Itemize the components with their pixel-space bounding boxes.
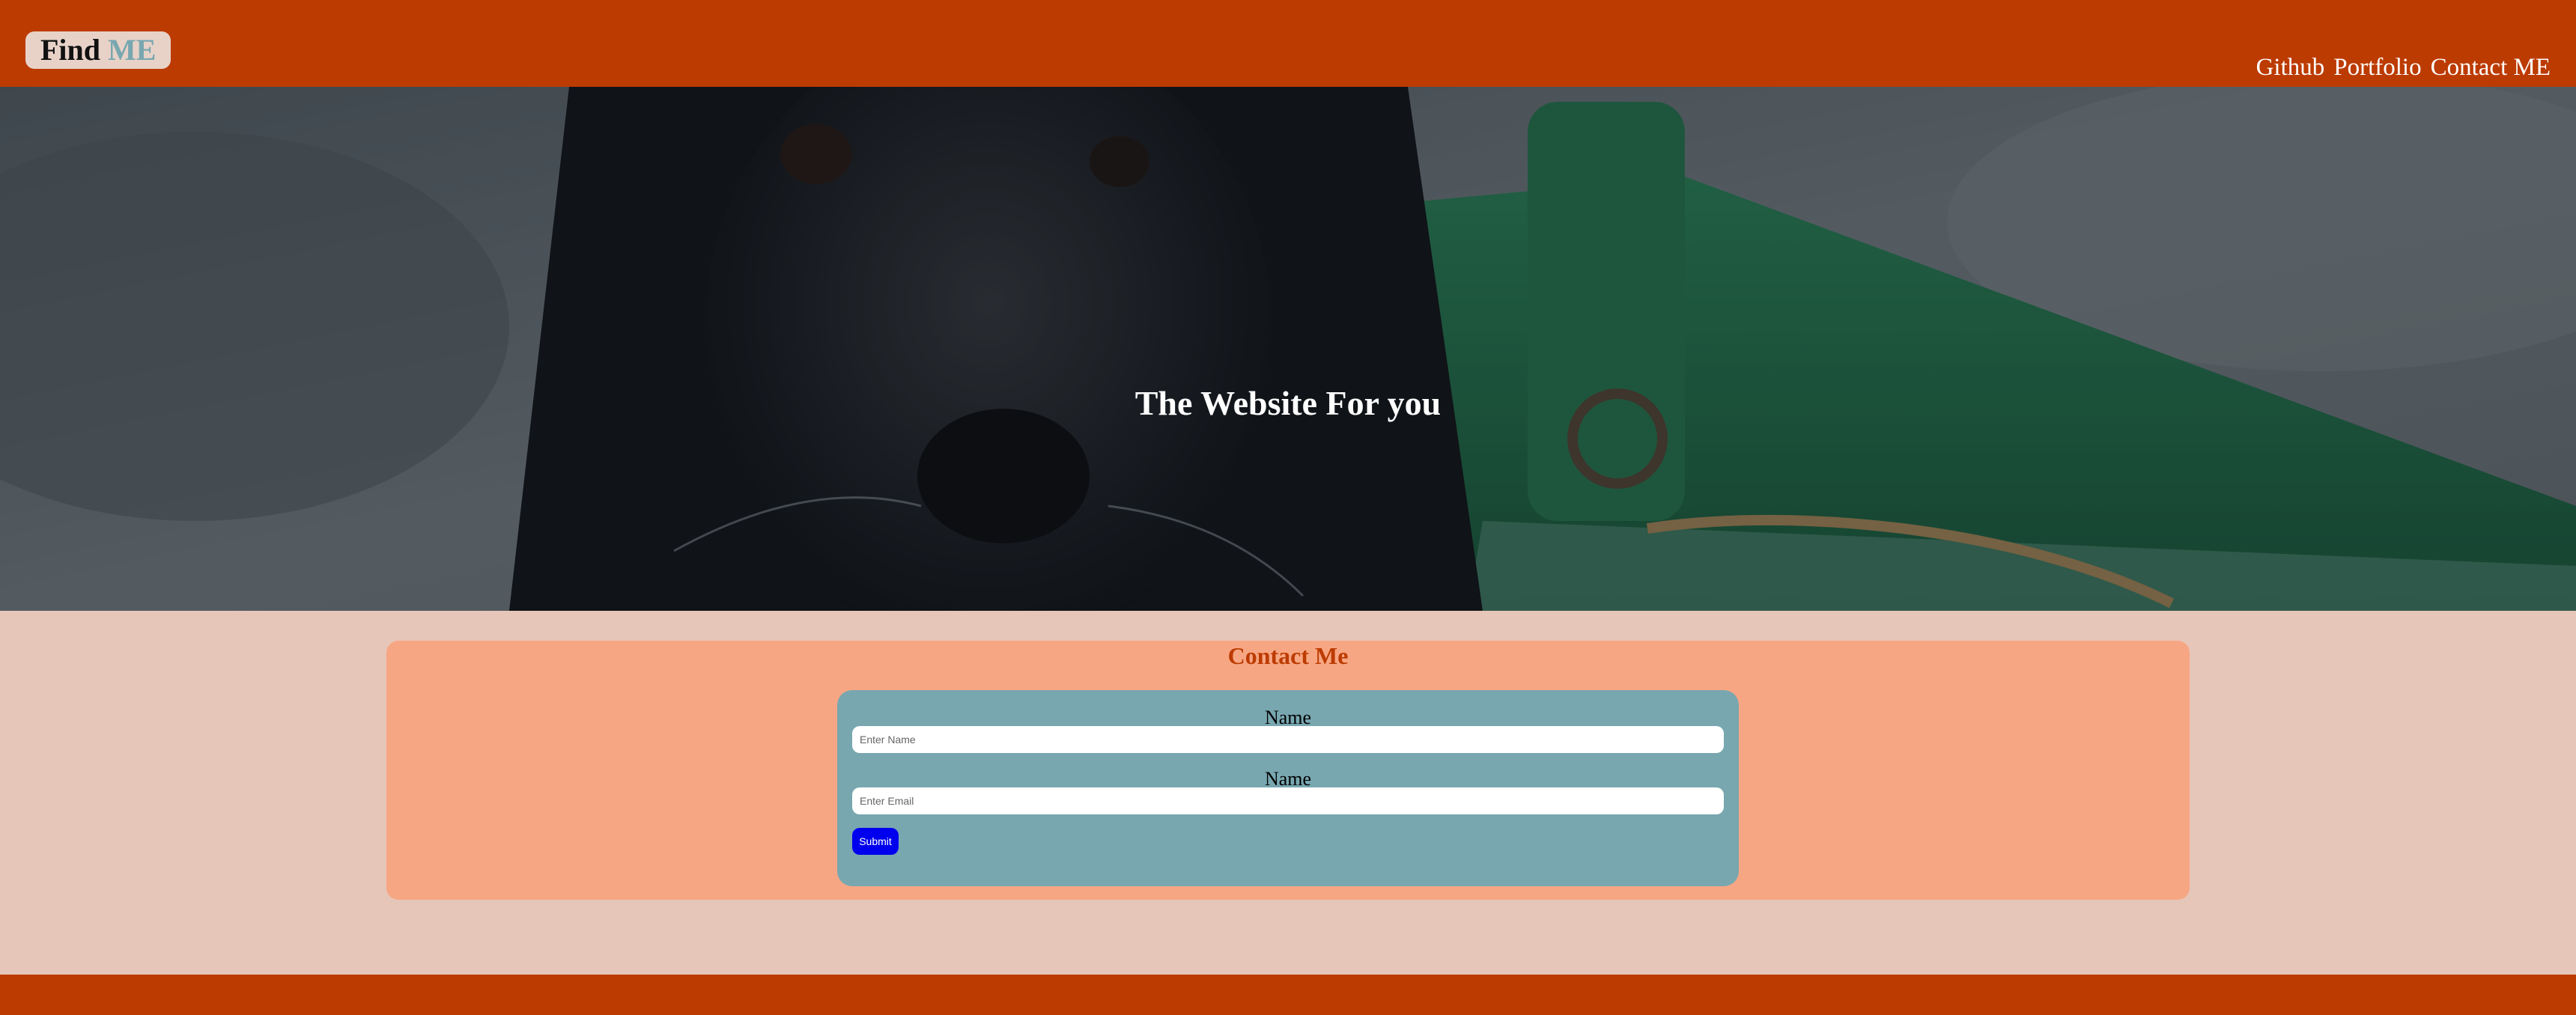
contact-section: Contact Me Name Name Submit [386, 641, 2190, 900]
nav-link-portfolio[interactable]: Portfolio [2333, 55, 2421, 80]
hero-dark-overlay [0, 87, 2576, 611]
site-footer [0, 975, 2576, 1015]
submit-button[interactable]: Submit [852, 828, 899, 855]
logo-word-find: Find [40, 33, 101, 67]
contact-form: Name Name Submit [837, 690, 1739, 886]
contact-title: Contact Me [1227, 642, 1349, 669]
logo-word-me: ME [108, 33, 157, 67]
name-input[interactable] [852, 726, 1724, 753]
name-label: Name [1264, 707, 1312, 728]
nav-link-github[interactable]: Github [2256, 55, 2325, 80]
site-header: Find ME Github Portfolio Contact ME [0, 0, 2576, 87]
main-nav: Github Portfolio Contact ME [2256, 55, 2551, 80]
email-label: Name [1264, 768, 1312, 790]
email-input[interactable] [852, 787, 1724, 814]
nav-link-contact[interactable]: Contact ME [2431, 55, 2551, 80]
hero-title: The Website For you [1134, 384, 1442, 422]
site-logo[interactable]: Find ME [25, 31, 171, 69]
hero-banner: The Website For you [0, 87, 2576, 611]
